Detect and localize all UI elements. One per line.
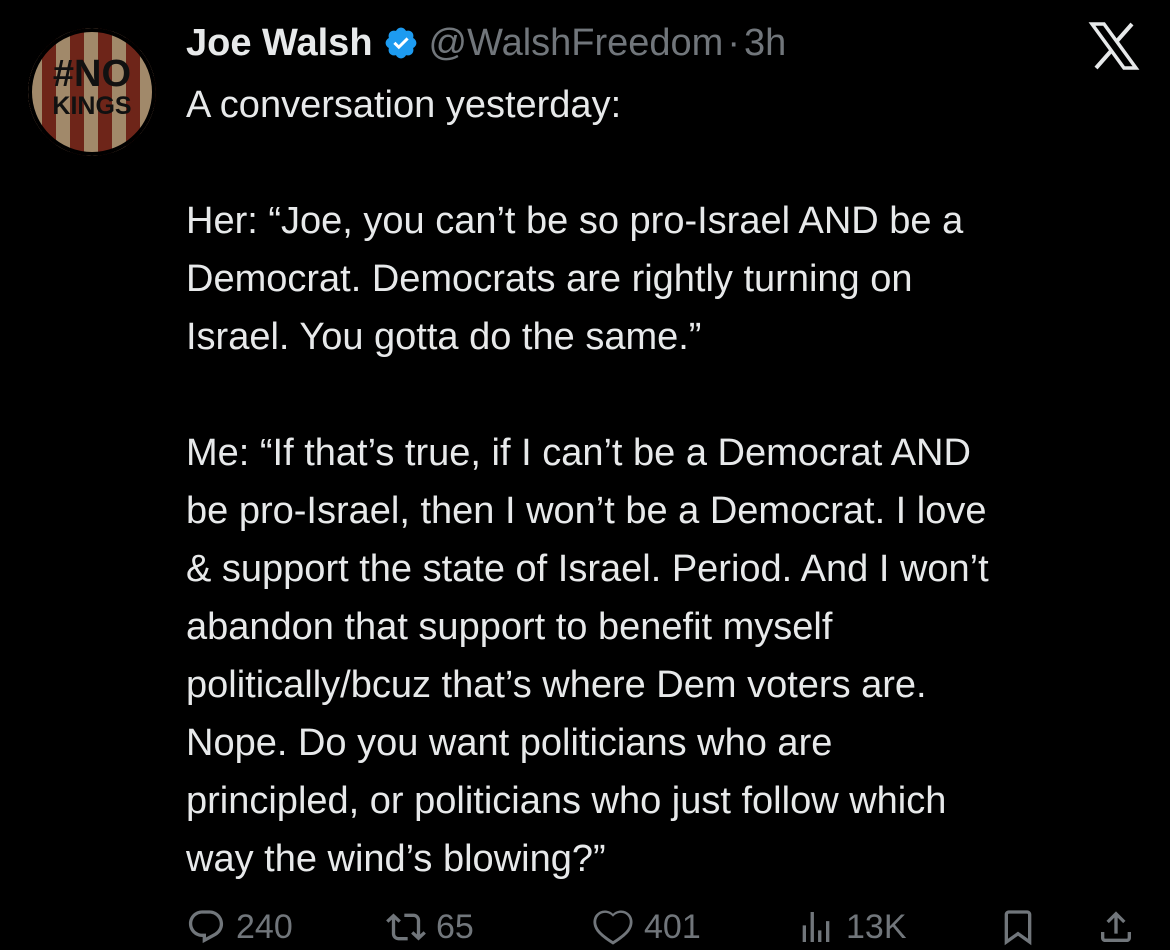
timestamp[interactable]: 3h (744, 22, 786, 65)
tweet-paragraph: Me: “If that’s true, if I can’t be a Dem… (186, 424, 1156, 888)
avatar[interactable]: #NO KINGS (28, 28, 156, 156)
repost-icon (386, 907, 426, 947)
tweet-line: Democrat. Democrats are rightly turning … (186, 258, 913, 300)
bookmark-button[interactable] (998, 904, 1038, 950)
x-logo-icon[interactable] (1088, 22, 1140, 70)
tweet-line: A conversation yesterday: (186, 84, 622, 126)
tweet-text: A conversation yesterday: Her: “Joe, you… (186, 76, 1156, 888)
tweet-line: & support the state of Israel. Period. A… (186, 548, 989, 590)
repost-count: 65 (436, 907, 474, 946)
tweet-line: abandon that support to benefit myself (186, 606, 833, 648)
like-button[interactable]: 401 (592, 904, 701, 950)
tweet-line: politically/bcuz that’s where Dem voters… (186, 664, 927, 706)
like-count: 401 (644, 907, 701, 946)
no-kings-avatar-image: #NO KINGS (28, 28, 156, 156)
reply-icon (186, 907, 226, 947)
share-icon (1096, 907, 1136, 947)
tweet-header: Joe Walsh @WalshFreedom · 3h (186, 18, 786, 68)
reply-button[interactable]: 240 (186, 904, 293, 950)
reply-count: 240 (236, 907, 293, 946)
handle[interactable]: @WalshFreedom (429, 22, 724, 65)
share-button[interactable] (1096, 904, 1136, 950)
action-bar: 240 65 401 13K (186, 904, 1146, 950)
view-count: 13K (846, 907, 907, 946)
tweet-paragraph: A conversation yesterday: (186, 76, 1156, 134)
verified-badge-icon (383, 25, 419, 61)
tweet-line: Me: “If that’s true, if I can’t be a Dem… (186, 432, 971, 474)
tweet-line: Israel. You gotta do the same.” (186, 316, 702, 358)
display-name[interactable]: Joe Walsh (186, 22, 373, 65)
tweet-line: Nope. Do you want politicians who are (186, 722, 833, 764)
tweet-line: way the wind’s blowing?” (186, 838, 606, 880)
separator-dot: · (727, 21, 740, 64)
repost-button[interactable]: 65 (386, 904, 474, 950)
heart-icon (592, 906, 634, 948)
avatar-text-no: #NO (53, 53, 131, 95)
tweet-paragraph: Her: “Joe, you can’t be so pro-Israel AN… (186, 192, 1156, 366)
tweet-line: Her: “Joe, you can’t be so pro-Israel AN… (186, 200, 964, 242)
bookmark-icon (998, 907, 1038, 947)
tweet-line: be pro-Israel, then I won’t be a Democra… (186, 490, 987, 532)
views-button[interactable]: 13K (796, 904, 907, 950)
analytics-icon (796, 907, 836, 947)
avatar-text-kings: KINGS (52, 92, 131, 120)
tweet-line: principled, or politicians who just foll… (186, 780, 947, 822)
